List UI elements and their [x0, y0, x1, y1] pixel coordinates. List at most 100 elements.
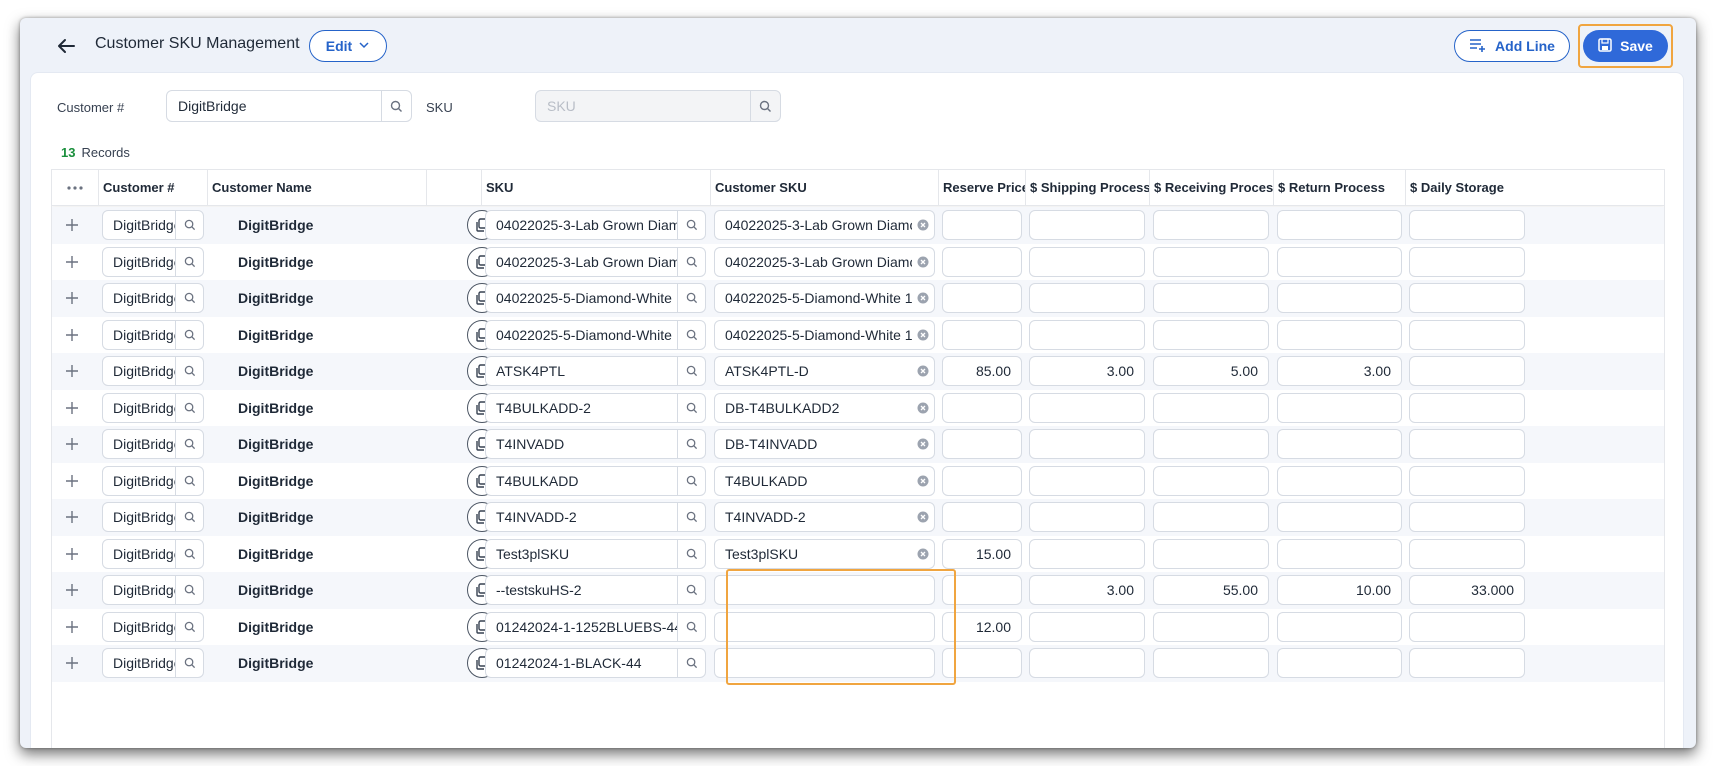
add-row-icon[interactable] [65, 474, 79, 488]
row-receiving-process-field[interactable]: 55.00 [1153, 575, 1269, 605]
row-customer-field[interactable]: DigitBridge [102, 611, 204, 642]
row-shipping-process-field[interactable] [1029, 502, 1145, 532]
row-sku-field[interactable]: T4INVADD [485, 429, 706, 459]
row-return-process-field[interactable]: 10.00 [1277, 575, 1402, 605]
row-customer-field[interactable]: DigitBridge [102, 356, 204, 386]
add-row-icon[interactable] [65, 364, 79, 378]
row-customer-sku-field[interactable]: ATSK4PTL-D [714, 356, 935, 386]
row-shipping-process-field[interactable]: 3.00 [1029, 356, 1145, 386]
col-daily-storage[interactable]: $ Daily Storage [1406, 170, 1664, 206]
row-receiving-process-field[interactable] [1153, 502, 1269, 532]
row-return-process-field[interactable] [1277, 210, 1402, 240]
row-return-process-field[interactable] [1277, 538, 1402, 569]
row-shipping-process-field[interactable] [1029, 319, 1145, 350]
row-receiving-process-field[interactable]: 5.00 [1153, 356, 1269, 386]
row-reserve-price-field[interactable] [942, 392, 1022, 423]
search-icon[interactable] [175, 211, 203, 239]
search-icon[interactable] [677, 430, 705, 458]
row-return-process-field[interactable] [1277, 246, 1402, 277]
row-sku-field[interactable]: 04022025-5-Diamond-White [485, 283, 706, 313]
row-daily-storage-field[interactable] [1409, 429, 1525, 459]
row-sku-field[interactable]: T4INVADD-2 [485, 502, 706, 532]
search-icon[interactable] [175, 247, 203, 276]
row-shipping-process-field[interactable] [1029, 465, 1145, 496]
row-return-process-field[interactable] [1277, 465, 1402, 496]
row-customer-sku-field[interactable]: Test3plSKU [714, 538, 935, 569]
clear-icon[interactable] [912, 284, 934, 312]
row-customer-sku-field[interactable] [714, 611, 935, 642]
row-daily-storage-field[interactable] [1409, 210, 1525, 240]
row-sku-field[interactable]: Test3plSKU [485, 538, 706, 569]
row-reserve-price-field[interactable] [942, 502, 1022, 532]
search-icon[interactable] [677, 576, 705, 604]
col-customer-name[interactable]: Customer Name [208, 170, 427, 206]
col-customer[interactable]: Customer # [99, 170, 208, 206]
search-icon[interactable] [677, 357, 705, 385]
row-shipping-process-field[interactable]: 3.00 [1029, 575, 1145, 605]
row-customer-sku-field[interactable]: T4INVADD-2 [714, 502, 935, 532]
row-daily-storage-field[interactable] [1409, 502, 1525, 532]
sku-filter-field[interactable]: SKU [535, 90, 781, 122]
row-return-process-field[interactable] [1277, 611, 1402, 642]
row-daily-storage-field[interactable] [1409, 356, 1525, 386]
search-icon[interactable] [677, 284, 705, 312]
search-icon[interactable] [677, 539, 705, 568]
row-shipping-process-field[interactable] [1029, 429, 1145, 459]
row-customer-sku-field[interactable] [714, 575, 935, 605]
search-icon[interactable] [175, 576, 203, 604]
clear-icon[interactable] [912, 430, 934, 458]
row-reserve-price-field[interactable] [942, 648, 1022, 678]
clear-icon[interactable] [912, 211, 934, 239]
row-reserve-price-field[interactable] [942, 246, 1022, 277]
column-options-icon[interactable] [52, 170, 99, 206]
add-row-icon[interactable] [65, 291, 79, 305]
row-sku-field[interactable]: T4BULKADD-2 [485, 392, 706, 423]
search-icon[interactable] [677, 211, 705, 239]
row-reserve-price-field[interactable] [942, 465, 1022, 496]
row-shipping-process-field[interactable] [1029, 392, 1145, 423]
row-receiving-process-field[interactable] [1153, 648, 1269, 678]
add-row-icon[interactable] [65, 218, 79, 232]
row-daily-storage-field[interactable] [1409, 319, 1525, 350]
row-daily-storage-field[interactable] [1409, 392, 1525, 423]
row-return-process-field[interactable]: 3.00 [1277, 356, 1402, 386]
row-customer-sku-field[interactable] [714, 648, 935, 678]
search-icon[interactable] [677, 320, 705, 349]
add-row-icon[interactable] [65, 583, 79, 597]
row-reserve-price-field[interactable] [942, 210, 1022, 240]
clear-icon[interactable] [912, 321, 934, 349]
search-icon[interactable] [677, 466, 705, 495]
row-sku-field[interactable]: 04022025-5-Diamond-White [485, 319, 706, 350]
search-icon[interactable] [175, 320, 203, 349]
row-shipping-process-field[interactable] [1029, 210, 1145, 240]
row-sku-field[interactable]: 04022025-3-Lab Grown Diamond [485, 246, 706, 277]
add-row-icon[interactable] [65, 401, 79, 415]
row-daily-storage-field[interactable] [1409, 611, 1525, 642]
row-receiving-process-field[interactable] [1153, 429, 1269, 459]
col-reserve-price[interactable]: Reserve Price [939, 170, 1026, 206]
search-icon[interactable] [175, 430, 203, 458]
row-shipping-process-field[interactable] [1029, 283, 1145, 313]
save-button[interactable]: Save [1583, 30, 1668, 62]
search-icon[interactable] [750, 91, 780, 121]
row-customer-field[interactable]: DigitBridge [102, 575, 204, 605]
search-icon[interactable] [677, 393, 705, 422]
row-reserve-price-field[interactable] [942, 575, 1022, 605]
row-customer-sku-field[interactable]: DB-T4BULKADD2 [714, 392, 935, 423]
row-return-process-field[interactable] [1277, 319, 1402, 350]
row-customer-field[interactable]: DigitBridge [102, 429, 204, 459]
row-reserve-price-field[interactable] [942, 319, 1022, 350]
row-return-process-field[interactable] [1277, 392, 1402, 423]
row-return-process-field[interactable] [1277, 283, 1402, 313]
row-receiving-process-field[interactable] [1153, 246, 1269, 277]
clear-icon[interactable] [912, 467, 934, 495]
search-icon[interactable] [175, 539, 203, 568]
row-reserve-price-field[interactable] [942, 429, 1022, 459]
add-row-icon[interactable] [65, 547, 79, 561]
row-sku-field[interactable]: 01242024-1-1252BLUEBS-44X [485, 611, 706, 642]
customer-filter-field[interactable]: DigitBridge [166, 90, 412, 122]
search-icon[interactable] [175, 649, 203, 677]
clear-icon[interactable] [912, 503, 934, 531]
row-sku-field[interactable]: T4BULKADD [485, 465, 706, 496]
row-receiving-process-field[interactable] [1153, 611, 1269, 642]
